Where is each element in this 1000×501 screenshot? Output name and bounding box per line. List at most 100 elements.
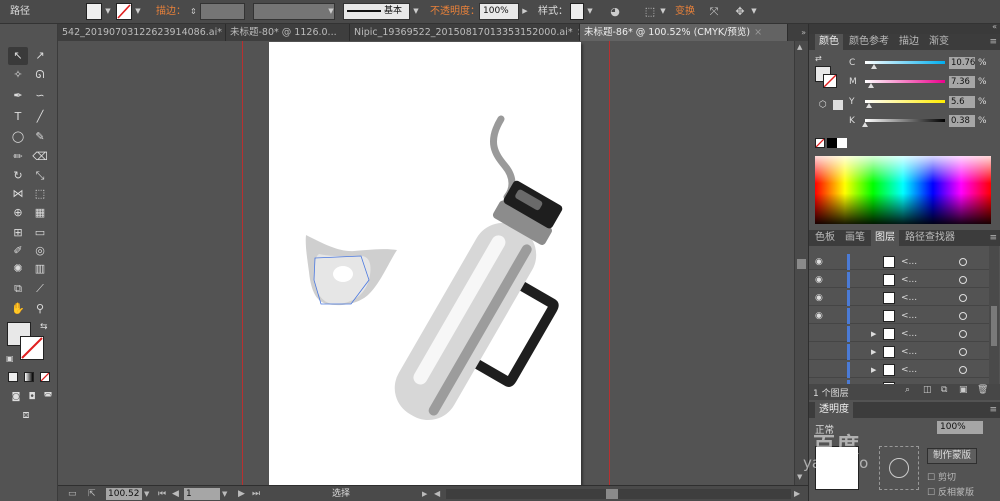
visibility-eye-icon[interactable]: ◉ [815,290,823,306]
slider-cyan[interactable]: C 10.76 % [849,57,999,71]
web-safe-swatch[interactable] [833,100,843,110]
layer-name[interactable]: <... [901,308,917,324]
mesh-tool-icon[interactable]: ⊞ [8,224,28,242]
free-transform-tool-icon[interactable]: ⬚ [30,185,50,203]
opacity-dropdown[interactable]: ▶ [521,3,529,20]
artboard-nav-icon[interactable]: ▭ [68,488,77,500]
black-value[interactable]: 0.38 [949,115,975,127]
screen-mode-icon[interactable]: ⧈ [16,406,36,424]
transparency-opacity-field[interactable]: 100% [937,421,983,434]
black-swatch[interactable] [827,138,837,148]
default-colors-icon[interactable]: ▣ [6,354,14,363]
stroke-weight-stepper[interactable]: ⇕ [190,3,198,20]
target-icon[interactable] [959,366,967,374]
visibility-eye-icon[interactable]: ◉ [815,272,823,288]
out-of-gamut-icon[interactable]: ⬡ [819,100,827,110]
delete-layer-icon[interactable]: 🗑 [977,385,988,395]
recolor-artwork-icon[interactable]: ◕ [605,3,625,20]
magenta-knob[interactable] [867,83,874,88]
none-mode-icon[interactable] [40,372,50,382]
zoom-tool-icon[interactable]: ⚲ [30,300,50,318]
shape-builder-tool-icon[interactable]: ⊕ [8,204,28,222]
magenta-track[interactable] [865,80,945,83]
style-swatch[interactable] [570,3,584,20]
layer-name[interactable]: <... [901,362,917,378]
eraser-tool-icon[interactable]: ⌫ [30,148,50,166]
target-icon[interactable] [959,330,967,338]
locate-object-icon[interactable]: ⌕ [905,385,910,395]
tab-swatches[interactable]: 色板 [811,230,839,246]
stroke-swatch[interactable] [116,3,132,20]
swap-icon[interactable]: ⇄ [815,54,822,63]
mask-thumbnail[interactable] [879,446,919,490]
cyan-track[interactable] [865,61,945,64]
new-sublayer-icon[interactable]: ⧉ [941,385,947,395]
lasso-tool-icon[interactable]: ᘏ [30,66,50,84]
stroke-color-box[interactable] [20,336,44,360]
stroke-weight-field[interactable] [200,3,245,20]
artboard[interactable] [269,42,581,485]
horizontal-scrollbar[interactable] [446,489,791,499]
stroke-dropdown[interactable]: ▼ [134,3,142,20]
slider-black[interactable]: K 0.38 % [849,115,999,129]
transform-label[interactable]: 变换 [675,3,695,20]
layer-row[interactable]: ▶ <... [809,326,989,342]
symbol-sprayer-tool-icon[interactable]: ✺ [8,260,28,278]
layer-name[interactable]: <... [901,290,917,306]
layer-row[interactable]: ◉ <... [809,272,989,288]
layer-row[interactable]: ▶ <... [809,362,989,378]
layer-row[interactable]: ◉ <... [809,254,989,270]
layer-name[interactable]: <... [901,254,917,270]
isolate-icon[interactable]: ⤧ [704,3,724,20]
target-icon[interactable] [959,258,967,266]
perspective-grid-tool-icon[interactable]: ▦ [30,204,50,222]
black-knob[interactable] [862,122,869,127]
tab-document-1[interactable]: 542_20190703122623914086.ai*× [58,24,226,41]
target-icon[interactable] [959,294,967,302]
scroll-up-icon[interactable]: ▲ [797,43,802,51]
gradient-mode-icon[interactable] [24,372,34,382]
make-mask-button[interactable]: 制作蒙版 [927,448,977,464]
align-to-icon[interactable]: ⬚ [640,3,660,20]
page-dropdown[interactable]: ▼ [222,488,227,500]
magenta-value[interactable]: 7.36 [949,76,975,88]
clip-checkbox[interactable]: ☐ 剪切 [927,470,956,483]
tab-gradient[interactable]: 渐变 [925,34,953,50]
swap-colors-icon[interactable]: ⇆ [40,322,48,332]
layers-scroll-thumb[interactable] [991,306,997,346]
cyan-knob[interactable] [870,64,877,69]
vertical-scrollbar[interactable]: ▲ ▼ [794,41,808,485]
slice-tool-icon[interactable]: ⟋ [30,280,50,298]
stroke-label[interactable]: 描边： [156,3,186,20]
column-graph-tool-icon[interactable]: ▥ [30,260,50,278]
rotate-tool-icon[interactable]: ↻ [8,167,28,185]
type-tool-icon[interactable]: T [8,108,28,126]
slider-magenta[interactable]: M 7.36 % [849,76,999,90]
yellow-knob[interactable] [866,103,873,108]
expand-arrow-icon[interactable]: ▶ [871,362,876,378]
panel-menu-icon[interactable]: ≡ [989,230,997,246]
tab-document-3[interactable]: Nipic_19369522_20150817013353152000.ai*× [350,24,580,41]
close-icon[interactable]: × [754,27,762,38]
target-icon[interactable] [959,276,967,284]
page-field[interactable]: 1 [184,488,220,500]
color-mode-icon[interactable] [8,372,18,382]
variable-width-dropdown[interactable]: ▼ [327,3,335,20]
selection-tool-icon[interactable]: ↖ [8,47,28,65]
visibility-eye-icon[interactable]: ◉ [815,308,823,324]
brush-definition-field[interactable]: 基本 [343,3,410,20]
artboard-tool-icon[interactable]: ⧉ [8,280,28,298]
prev-page-icon[interactable]: ◀ [172,488,179,500]
tab-layers[interactable]: 图层 [871,230,899,246]
fill-swatch[interactable] [86,3,102,20]
expand-arrow-icon[interactable]: ▶ [871,326,876,342]
scroll-down-icon[interactable]: ▼ [797,473,802,481]
width-tool-icon[interactable]: ⋈ [8,185,28,203]
hscroll-thumb[interactable] [606,489,618,499]
tab-transparency[interactable]: 透明度 [815,402,853,418]
slider-yellow[interactable]: Y 5.6 % [849,96,999,110]
pencil-tool-icon[interactable]: ✏ [8,148,28,166]
layer-name[interactable]: <... [901,326,917,342]
panel-menu-icon[interactable]: ≡ [989,402,997,418]
stroke-color-box[interactable] [823,74,837,88]
